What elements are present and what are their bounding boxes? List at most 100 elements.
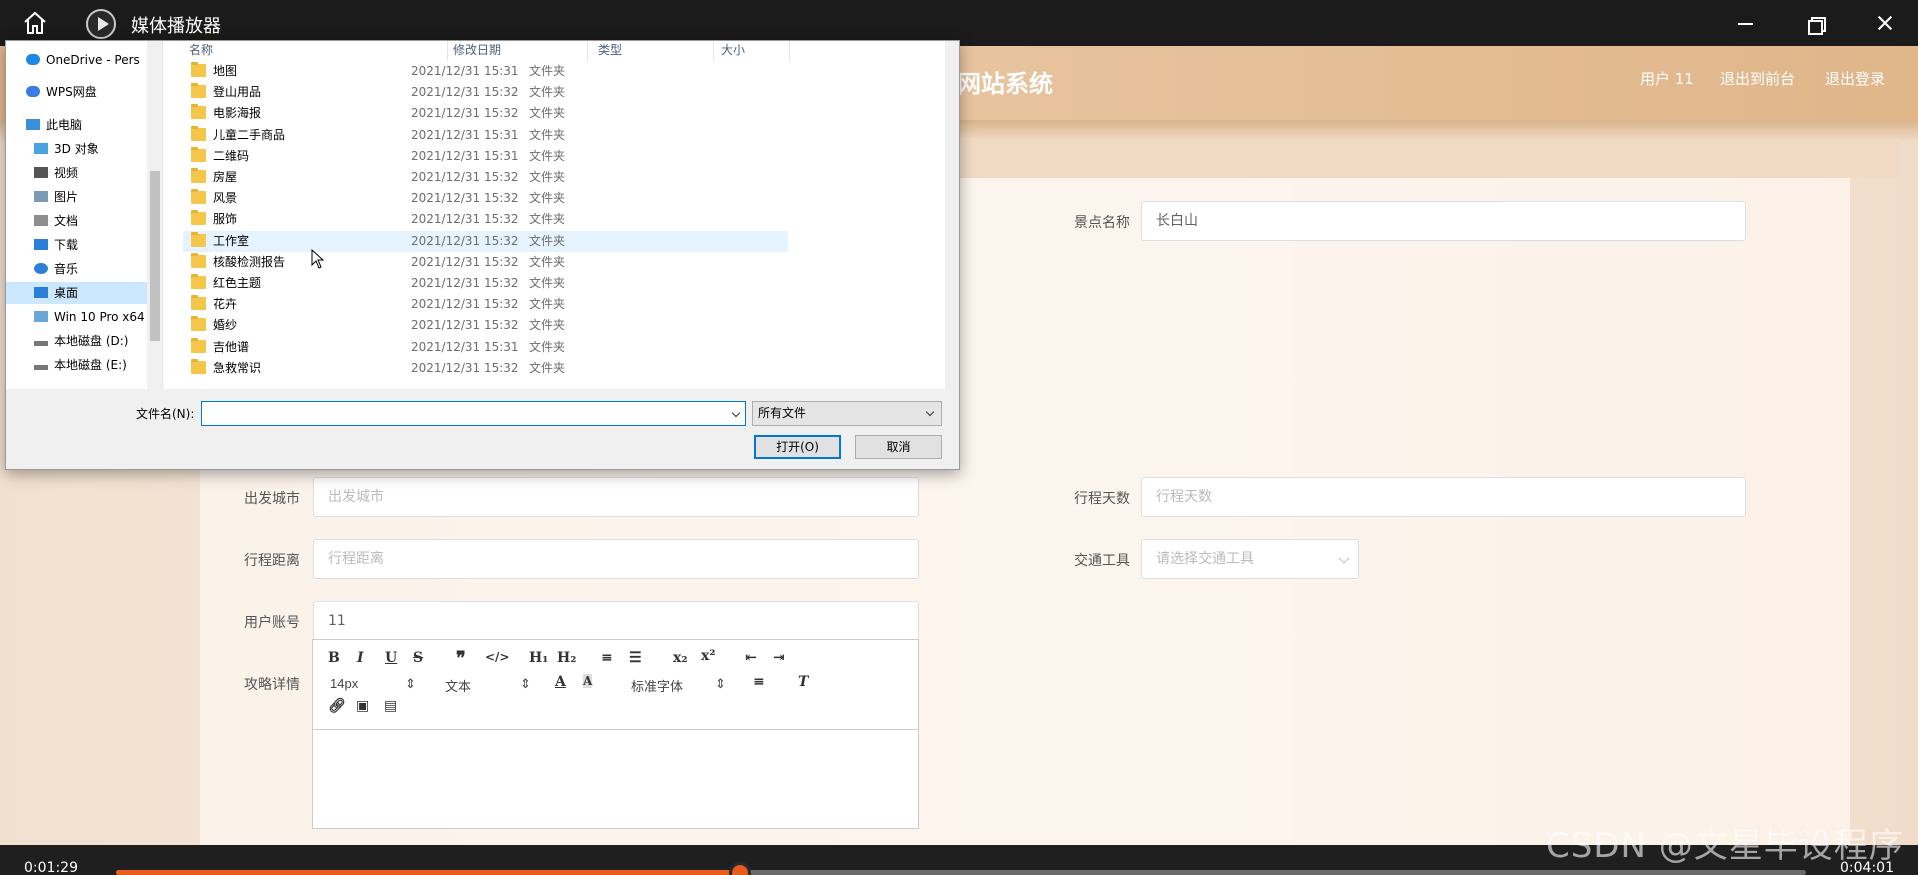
nav-item-drive-e[interactable]: 本地磁盘 (E:) xyxy=(34,354,127,376)
align-icon[interactable]: ≡ xyxy=(753,674,765,690)
image-icon[interactable]: ▣ xyxy=(356,698,369,714)
nav-item-videos[interactable]: 视频 xyxy=(34,162,78,184)
font-family-arrows-icon: ⇕ xyxy=(715,676,726,691)
folder-icon xyxy=(191,146,206,162)
restore-button[interactable] xyxy=(1795,9,1835,37)
trip-days-input[interactable]: 行程天数 xyxy=(1141,477,1746,517)
nav-item-wps[interactable]: WPS网盘 xyxy=(26,81,97,103)
cancel-button[interactable]: 取消 xyxy=(855,435,942,459)
heading1-icon[interactable]: H₁ xyxy=(529,650,548,666)
nav-item-desktop[interactable]: 桌面 xyxy=(6,282,148,304)
strike-icon[interactable]: S xyxy=(413,650,423,666)
outdent-icon[interactable]: ⇤ xyxy=(745,650,757,666)
file-row[interactable]: 红色主题 2021/12/31 15:32 文件夹 xyxy=(183,273,788,294)
depart-city-input[interactable]: 出发城市 xyxy=(313,477,919,517)
video-icon[interactable]: ▤ xyxy=(384,698,397,714)
home-icon[interactable] xyxy=(22,10,48,36)
nav-item-drive-c[interactable]: Win 10 Pro x64 xyxy=(34,306,145,328)
file-name: 房屋 xyxy=(213,170,238,184)
chevron-down-icon[interactable] xyxy=(731,408,741,418)
file-row[interactable]: 登山用品 2021/12/31 15:32 文件夹 xyxy=(183,82,788,103)
transport-select[interactable]: 请选择交通工具 xyxy=(1141,539,1359,579)
file-row[interactable]: 急救常识 2021/12/31 15:32 文件夹 xyxy=(183,358,788,379)
file-row[interactable]: 花卉 2021/12/31 15:32 文件夹 xyxy=(183,294,788,315)
folder-icon xyxy=(191,210,206,226)
file-type: 文件夹 xyxy=(529,297,566,312)
folder-icon xyxy=(191,274,206,289)
underline-icon[interactable]: U xyxy=(385,650,397,666)
indent-icon[interactable]: ⇥ xyxy=(773,650,785,666)
cloud-icon xyxy=(26,54,40,65)
file-type: 文件夹 xyxy=(529,339,566,354)
bullet-list-icon[interactable]: ☰ xyxy=(629,650,642,666)
seek-bar-thumb[interactable] xyxy=(729,862,752,875)
document-icon xyxy=(34,215,48,226)
block-format-select[interactable]: 文本 xyxy=(445,676,471,695)
column-header-date[interactable]: 修改日期 xyxy=(453,41,501,61)
font-color-icon[interactable]: A xyxy=(555,674,566,690)
nav-item-music[interactable]: 音乐 xyxy=(34,258,78,280)
nav-scrollbar-thumb[interactable] xyxy=(150,171,160,341)
logout-link[interactable]: 退出登录 xyxy=(1825,68,1885,89)
file-row[interactable]: 电影海报 2021/12/31 15:32 文件夹 xyxy=(183,103,788,124)
file-type-select[interactable]: 所有文件 xyxy=(752,401,942,426)
nav-item-downloads[interactable]: 下载 xyxy=(34,234,78,256)
background-color-icon[interactable]: A xyxy=(583,674,593,688)
file-row[interactable]: 儿童二手商品 2021/12/31 15:31 文件夹 xyxy=(183,125,788,146)
subscript-icon[interactable]: x₂ xyxy=(673,650,687,666)
file-date: 2021/12/31 15:31 xyxy=(411,64,519,78)
nav-item-onedrive[interactable]: OneDrive - Pers xyxy=(26,49,140,71)
file-name: 花卉 xyxy=(213,297,238,312)
code-icon[interactable]: </> xyxy=(485,650,510,664)
minimize-button[interactable] xyxy=(1725,9,1765,37)
seek-bar[interactable] xyxy=(116,862,1806,875)
folder-icon xyxy=(191,358,206,374)
file-row[interactable]: 工作室 2021/12/31 15:32 文件夹 xyxy=(183,230,788,252)
nav-item-drive-d[interactable]: 本地磁盘 (D:) xyxy=(34,330,128,352)
user-account-input[interactable]: 11 xyxy=(313,601,919,641)
nav-scrollbar[interactable] xyxy=(147,41,162,389)
seek-bar-progress xyxy=(116,870,741,875)
media-player-logo-icon xyxy=(86,9,116,39)
font-family-select[interactable]: 标准字体 xyxy=(631,676,683,695)
file-name: 核酸检测报告 xyxy=(213,254,286,269)
link-icon[interactable]: 🔗︎ xyxy=(328,698,346,714)
mouse-cursor-icon xyxy=(311,249,325,269)
chevron-down-icon xyxy=(1338,552,1350,564)
file-type: 文件夹 xyxy=(529,170,566,184)
clear-format-icon[interactable]: T xyxy=(798,674,808,690)
back-to-front-link[interactable]: 退出到前台 xyxy=(1720,68,1795,89)
file-row[interactable]: 婚纱 2021/12/31 15:32 文件夹 xyxy=(183,315,788,336)
open-button[interactable]: 打开(O) xyxy=(754,435,841,459)
nav-item-pictures[interactable]: 图片 xyxy=(34,186,78,208)
blockquote-icon[interactable]: ❞ xyxy=(456,648,466,669)
column-header-name[interactable]: 名称 xyxy=(189,41,213,61)
file-type: 文件夹 xyxy=(529,85,566,100)
close-button[interactable] xyxy=(1865,9,1905,37)
ordered-list-icon[interactable]: ≡ xyxy=(601,650,613,666)
file-name: 儿童二手商品 xyxy=(213,127,286,142)
nav-item-this-pc[interactable]: 此电脑 xyxy=(26,114,82,136)
nav-item-3d-objects[interactable]: 3D 对象 xyxy=(34,138,99,160)
file-date: 2021/12/31 15:32 xyxy=(411,212,519,227)
file-row[interactable]: 核酸检测报告 2021/12/31 15:32 文件夹 xyxy=(183,252,788,273)
italic-icon[interactable]: I xyxy=(357,650,364,666)
file-row[interactable]: 二维码 2021/12/31 15:31 文件夹 xyxy=(183,146,788,167)
filename-input[interactable] xyxy=(201,401,746,426)
file-row[interactable]: 吉他谱 2021/12/31 15:31 文件夹 xyxy=(183,337,788,358)
bold-icon[interactable]: B xyxy=(328,650,340,666)
file-name: 登山用品 xyxy=(213,85,262,100)
font-size-select[interactable]: 14px xyxy=(330,676,358,691)
heading2-icon[interactable]: H₂ xyxy=(557,650,576,666)
file-row[interactable]: 地图 2021/12/31 15:31 文件夹 xyxy=(183,61,788,82)
file-row[interactable]: 服饰 2021/12/31 15:32 文件夹 xyxy=(183,209,788,230)
web-site-title: 网站系统 xyxy=(957,70,1053,98)
file-row[interactable]: 风景 2021/12/31 15:32 文件夹 xyxy=(183,188,788,209)
nav-item-documents[interactable]: 文档 xyxy=(34,210,78,232)
superscript-icon[interactable]: x² xyxy=(701,648,715,664)
file-row[interactable]: 房屋 2021/12/31 15:32 文件夹 xyxy=(183,167,788,188)
column-header-size[interactable]: 大小 xyxy=(721,41,745,61)
trip-distance-input[interactable]: 行程距离 xyxy=(313,539,919,579)
scenic-name-input[interactable]: 长白山 xyxy=(1141,201,1746,241)
column-header-type[interactable]: 类型 xyxy=(598,41,622,61)
